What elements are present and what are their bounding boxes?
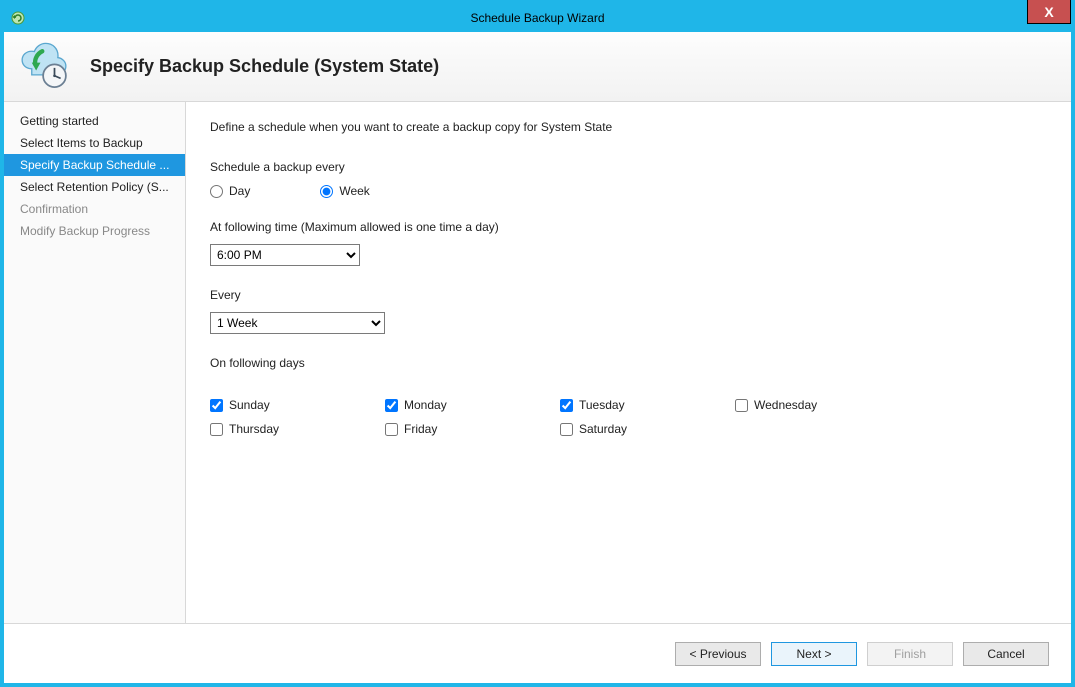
day-friday-checkbox[interactable]: [385, 423, 398, 436]
frequency-day-option[interactable]: Day: [210, 184, 250, 198]
close-icon: X: [1044, 4, 1053, 20]
day-sunday-label: Sunday: [229, 398, 270, 412]
day-saturday-checkbox[interactable]: [560, 423, 573, 436]
wizard-footer: < Previous Next > Finish Cancel: [4, 623, 1071, 683]
day-tuesday-label: Tuesday: [579, 398, 625, 412]
day-monday[interactable]: Monday: [385, 398, 560, 412]
wizard-sidebar: Getting started Select Items to Backup S…: [4, 102, 186, 623]
day-wednesday-checkbox[interactable]: [735, 399, 748, 412]
next-button[interactable]: Next >: [771, 642, 857, 666]
close-button[interactable]: X: [1027, 0, 1071, 24]
day-monday-label: Monday: [404, 398, 447, 412]
time-select[interactable]: 6:00 PM: [210, 244, 360, 266]
wizard-content: Define a schedule when you want to creat…: [186, 102, 1071, 623]
frequency-week-radio[interactable]: [320, 185, 333, 198]
previous-button[interactable]: < Previous: [675, 642, 761, 666]
day-sunday[interactable]: Sunday: [210, 398, 385, 412]
day-thursday[interactable]: Thursday: [210, 422, 385, 436]
sidebar-item-retention-policy[interactable]: Select Retention Policy (S...: [4, 176, 185, 198]
cancel-button[interactable]: Cancel: [963, 642, 1049, 666]
day-tuesday-checkbox[interactable]: [560, 399, 573, 412]
sidebar-item-confirmation[interactable]: Confirmation: [4, 198, 185, 220]
instruction-text: Define a schedule when you want to creat…: [210, 120, 1047, 134]
frequency-day-radio[interactable]: [210, 185, 223, 198]
every-label: Every: [210, 288, 1047, 302]
wizard-window: Schedule Backup Wizard X Specify Backup …: [0, 0, 1075, 687]
backup-cloud-icon: [16, 39, 72, 95]
sidebar-item-getting-started[interactable]: Getting started: [4, 110, 185, 132]
frequency-day-label: Day: [229, 184, 250, 198]
day-saturday[interactable]: Saturday: [560, 422, 735, 436]
days-grid: Sunday Monday Tuesday Wednesday Thursday: [210, 398, 1047, 436]
day-wednesday[interactable]: Wednesday: [735, 398, 910, 412]
frequency-week-option[interactable]: Week: [320, 184, 369, 198]
page-title: Specify Backup Schedule (System State): [90, 56, 439, 77]
finish-button: Finish: [867, 642, 953, 666]
wizard-body: Getting started Select Items to Backup S…: [4, 102, 1071, 623]
title-bar: Schedule Backup Wizard X: [4, 4, 1071, 32]
day-friday[interactable]: Friday: [385, 422, 560, 436]
day-saturday-label: Saturday: [579, 422, 627, 436]
day-wednesday-label: Wednesday: [754, 398, 817, 412]
every-select[interactable]: 1 Week: [210, 312, 385, 334]
sidebar-item-specify-schedule[interactable]: Specify Backup Schedule ...: [4, 154, 185, 176]
frequency-week-label: Week: [339, 184, 369, 198]
sidebar-item-select-items[interactable]: Select Items to Backup: [4, 132, 185, 154]
day-monday-checkbox[interactable]: [385, 399, 398, 412]
window-title: Schedule Backup Wizard: [4, 11, 1071, 25]
day-friday-label: Friday: [404, 422, 437, 436]
day-thursday-checkbox[interactable]: [210, 423, 223, 436]
day-sunday-checkbox[interactable]: [210, 399, 223, 412]
frequency-radio-group: Day Week: [210, 184, 1047, 198]
days-label: On following days: [210, 356, 1047, 370]
day-thursday-label: Thursday: [229, 422, 279, 436]
wizard-header: Specify Backup Schedule (System State): [4, 32, 1071, 102]
frequency-label: Schedule a backup every: [210, 160, 1047, 174]
day-tuesday[interactable]: Tuesday: [560, 398, 735, 412]
sidebar-item-modify-progress[interactable]: Modify Backup Progress: [4, 220, 185, 242]
time-label: At following time (Maximum allowed is on…: [210, 220, 1047, 234]
